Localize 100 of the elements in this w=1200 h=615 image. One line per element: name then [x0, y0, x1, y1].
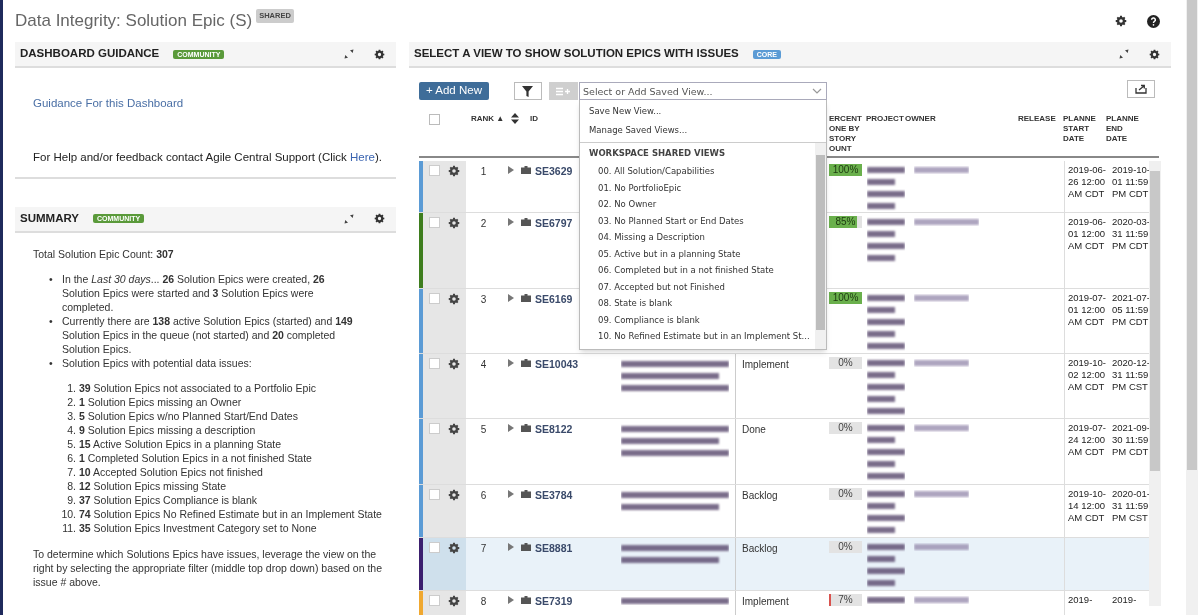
checkbox[interactable]: [429, 165, 440, 176]
support-link[interactable]: Here: [350, 151, 375, 164]
table-row[interactable]: 7 SE8881 Backlog 0%: [419, 538, 1149, 591]
blurred-text: [867, 164, 905, 212]
epic-id-link[interactable]: SE6797: [535, 216, 573, 232]
column-header[interactable]: OWNER: [905, 114, 936, 124]
epic-id-link[interactable]: SE3629: [535, 164, 573, 180]
table-row[interactable]: 6 SE3784 Backlog 0% 2019-10-14 12:00 AM CDT 2020-01-31 11:59 PM CST: [419, 485, 1149, 538]
sort-icon[interactable]: [511, 113, 520, 124]
start-date: 2019-: [1068, 594, 1094, 606]
expand-row-icon[interactable]: [508, 359, 514, 367]
state-text: Implement: [742, 596, 789, 607]
menu-item[interactable]: 10. No Refined Estimate but in an Implement St...: [580, 328, 815, 345]
checkbox[interactable]: [429, 542, 440, 553]
blurred-text: [867, 594, 905, 606]
settings-icon[interactable]: [448, 595, 460, 607]
menu-item[interactable]: Manage Saved Views...: [580, 121, 826, 140]
settings-icon[interactable]: [448, 358, 460, 370]
checkbox[interactable]: [429, 358, 440, 369]
bullet-marker: •: [49, 313, 54, 329]
guidance-link[interactable]: Guidance For this Dashboard: [33, 95, 184, 113]
start-date: 2019-06-26 12:00 AM CDT: [1068, 164, 1108, 200]
column-header[interactable]: ID: [530, 114, 538, 124]
export-button[interactable]: [1127, 80, 1155, 98]
state-text: Backlog: [742, 543, 778, 554]
menu-group-title: WORKSPACE SHARED VIEWS: [588, 147, 727, 160]
add-new-button[interactable]: + Add New: [419, 82, 489, 100]
scrollbar[interactable]: [1149, 161, 1161, 606]
menu-item[interactable]: 07. Accepted but not Finished: [580, 278, 815, 295]
expand-row-icon[interactable]: [508, 294, 514, 302]
expand-row-icon[interactable]: [508, 218, 514, 226]
settings-icon[interactable]: [1149, 48, 1160, 60]
checkbox[interactable]: [429, 293, 440, 304]
state-text: Implement: [742, 359, 789, 370]
epic-id-link[interactable]: SE6169: [535, 292, 573, 308]
settings-icon[interactable]: [1115, 15, 1127, 27]
page-title: Data Integrity: Solution Epic (S): [15, 10, 253, 33]
expand-icon[interactable]: [344, 213, 354, 224]
expand-row-icon[interactable]: [508, 166, 514, 174]
panel-title: DASHBOARD GUIDANCE: [20, 46, 160, 62]
epic-id-link[interactable]: SE10043: [535, 357, 579, 373]
epic-id-link[interactable]: SE8122: [535, 422, 573, 438]
expand-icon[interactable]: [344, 49, 354, 59]
expand-icon[interactable]: [1119, 49, 1129, 59]
menu-item[interactable]: 09. Compliance is blank: [580, 311, 815, 328]
settings-icon[interactable]: [448, 542, 460, 554]
summary-note: To determine which Solutions Epics have issues, leverage the view on the right by selecting the appropriate filter (middle top drop down) based on the issue # above.: [33, 546, 384, 589]
menu-item[interactable]: 04. Missing a Description: [580, 229, 815, 246]
expand-row-icon[interactable]: [508, 596, 514, 604]
blurred-text: [867, 216, 905, 264]
blurred-text: [914, 488, 969, 500]
menu-item[interactable]: 02. No Owner: [580, 196, 815, 213]
epic-id-link[interactable]: SE3784: [535, 488, 573, 504]
end-date: 2020-03-31 11:59 PM CDT: [1112, 216, 1152, 252]
column-header[interactable]: PROJECT: [866, 114, 904, 124]
expand-row-icon[interactable]: [508, 424, 514, 432]
menu-item[interactable]: 05. Active but in a planning State: [580, 245, 815, 262]
rank-number: 4: [480, 359, 487, 370]
list-number: 3.: [66, 408, 77, 423]
expand-row-icon[interactable]: [508, 490, 514, 498]
settings-icon[interactable]: [448, 423, 460, 435]
issue-item: 35 Solution Epics Investment Category set to None: [79, 520, 317, 535]
rank-number: 1: [480, 166, 487, 177]
checkbox[interactable]: [429, 595, 440, 606]
table-row[interactable]: 4 SE10043 Implement 0% 2019-10-02 12:00 AM CDT 2020-12-31 11:59 PM CST: [419, 354, 1149, 419]
menu-item[interactable]: 03. No Planned Start or End Dates: [580, 212, 815, 229]
checkbox[interactable]: [429, 114, 440, 125]
settings-icon[interactable]: [374, 48, 385, 60]
filter-button[interactable]: [513, 82, 542, 100]
settings-icon[interactable]: [448, 217, 460, 229]
column-header[interactable]: PLANNE END DATE: [1106, 114, 1143, 144]
scrollbar[interactable]: [1186, 0, 1198, 615]
menu-item[interactable]: 01. No PortfolioEpic: [580, 179, 815, 196]
help-icon[interactable]: [1147, 14, 1160, 28]
column-header[interactable]: ERCENT ONE BY STORY OUNT: [829, 114, 863, 154]
menu-item[interactable]: 00. All Solution/Capabilities: [580, 163, 815, 180]
expand-row-icon[interactable]: [508, 543, 514, 551]
percent-text: 7%: [837, 594, 854, 606]
menu-item[interactable]: 08. State is blank: [580, 295, 815, 312]
settings-icon[interactable]: [448, 165, 460, 177]
checkbox[interactable]: [429, 423, 440, 434]
settings-icon[interactable]: [448, 489, 460, 501]
summary-item: In the Last 30 days... 26 Solution Epics were created, 26 Solution Epics were started and 3 Solution Epics were completed.: [62, 271, 326, 314]
scrollbar[interactable]: [815, 143, 826, 349]
menu-item[interactable]: 06. Completed but in a not finished State: [580, 262, 815, 279]
menu-item[interactable]: Save New View...: [580, 102, 826, 121]
column-header[interactable]: RANK ▲: [471, 114, 505, 124]
blurred-text: [867, 422, 905, 482]
epic-id-link[interactable]: SE8881: [535, 541, 573, 557]
blurred-text: [914, 357, 969, 369]
view-select[interactable]: Select or Add Saved View...: [579, 82, 827, 100]
settings-icon[interactable]: [448, 293, 460, 305]
column-header[interactable]: PLANNE START DATE: [1063, 114, 1103, 144]
checkbox[interactable]: [429, 489, 440, 500]
column-header[interactable]: RELEASE: [1018, 114, 1056, 124]
table-row[interactable]: 5 SE8122 Done 0% 2019-07-24 12:00 AM CDT 2021-09-30 11:59 PM CDT: [419, 419, 1149, 485]
settings-icon[interactable]: [374, 213, 385, 224]
epic-id-link[interactable]: SE7319: [535, 594, 573, 610]
percent-text: 0%: [837, 422, 854, 434]
checkbox[interactable]: [429, 217, 440, 228]
